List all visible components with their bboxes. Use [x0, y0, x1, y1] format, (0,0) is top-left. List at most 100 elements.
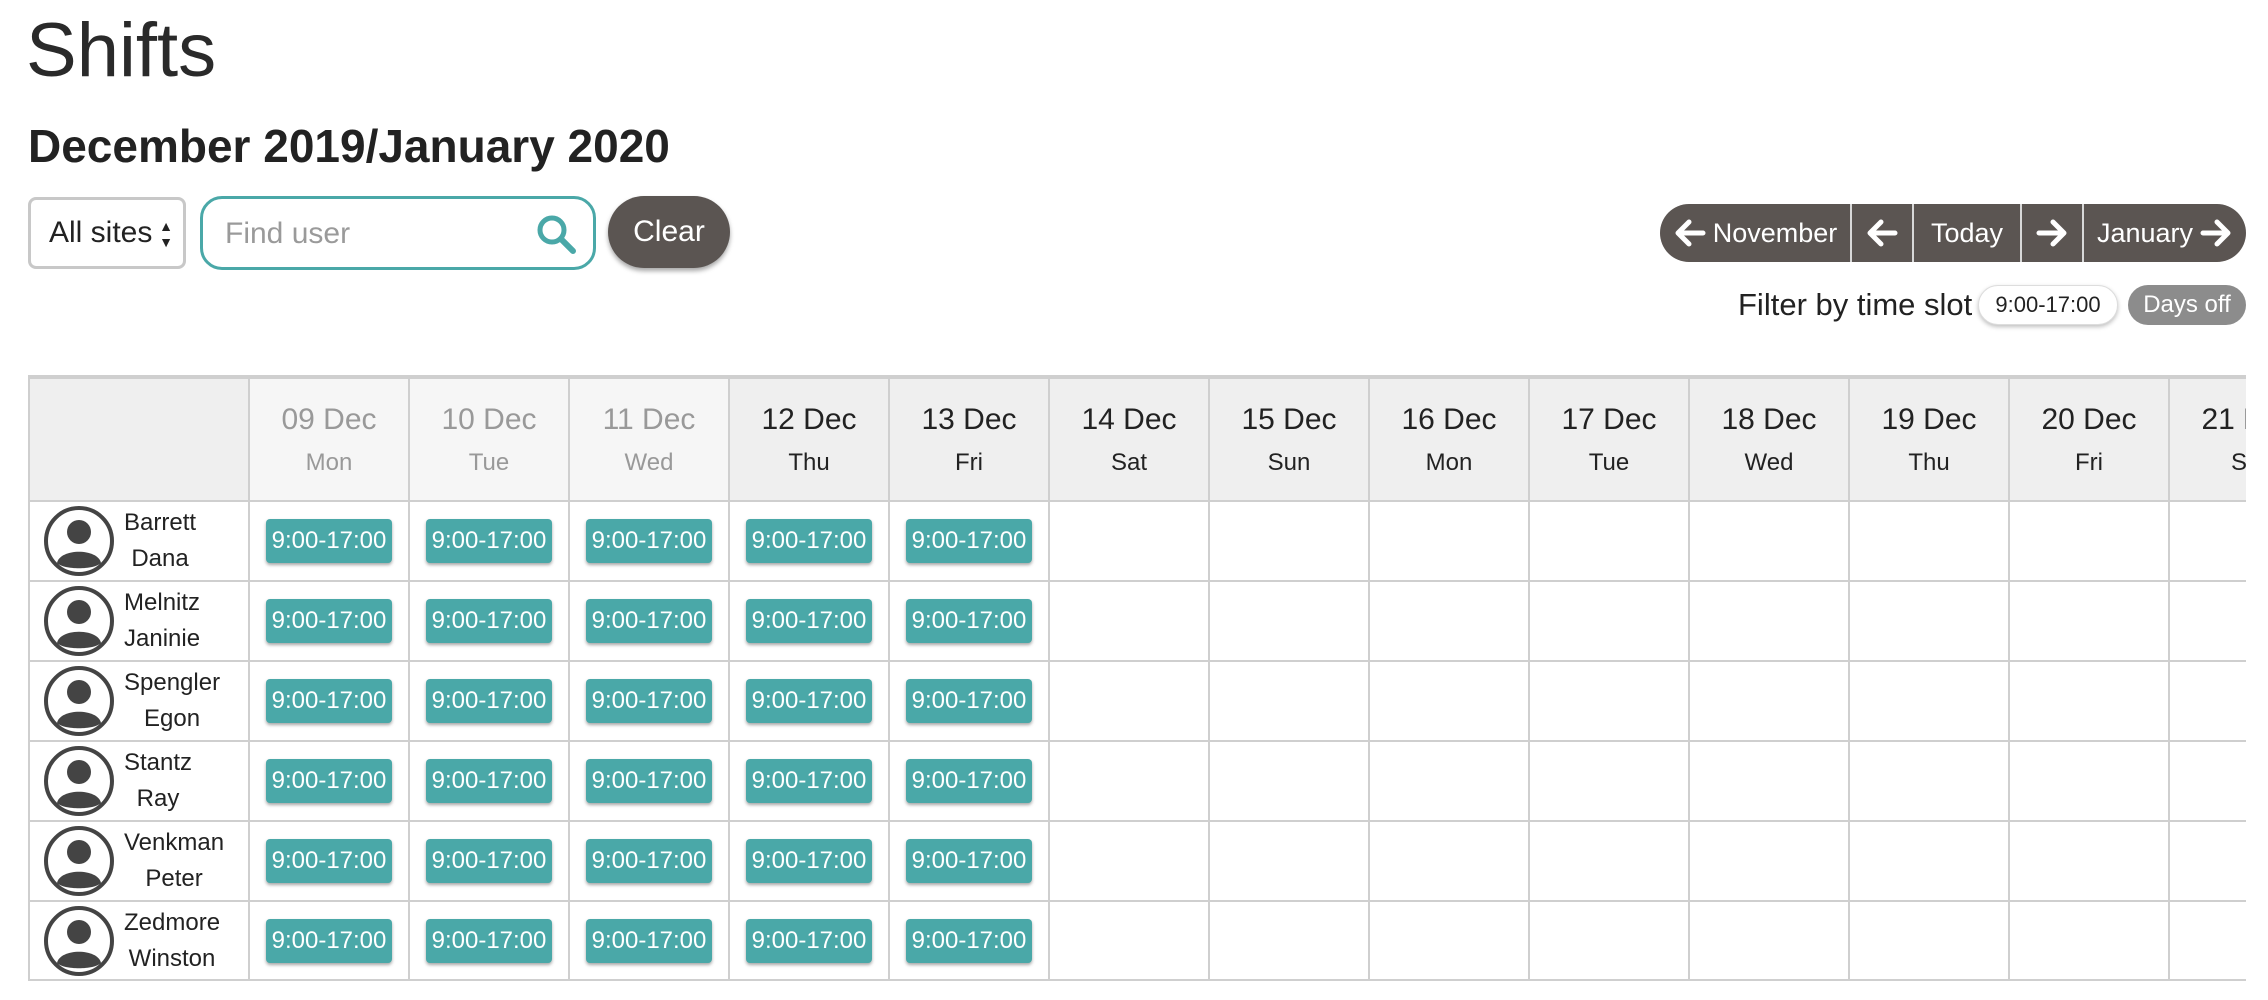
shift-cell[interactable] [1528, 900, 1690, 979]
shift-cell[interactable] [1848, 660, 2010, 742]
shift-cell[interactable]: 9:00-17:00 [408, 820, 570, 902]
search-icon[interactable] [535, 213, 577, 255]
shift-badge[interactable]: 9:00-17:00 [746, 519, 872, 563]
shift-cell[interactable]: 9:00-17:00 [248, 820, 410, 902]
shift-cell[interactable] [1048, 900, 1210, 979]
shift-badge[interactable]: 9:00-17:00 [586, 679, 712, 723]
shift-cell[interactable]: 9:00-17:00 [568, 500, 730, 582]
shift-badge[interactable]: 9:00-17:00 [746, 839, 872, 883]
shift-cell[interactable] [1688, 740, 1850, 822]
shift-cell[interactable] [2168, 500, 2246, 582]
shift-cell[interactable]: 9:00-17:00 [888, 580, 1050, 662]
shift-cell[interactable]: 9:00-17:00 [408, 580, 570, 662]
shift-cell[interactable] [1048, 580, 1210, 662]
shift-cell[interactable]: 9:00-17:00 [408, 500, 570, 582]
shift-cell[interactable] [2168, 740, 2246, 822]
shift-cell[interactable]: 9:00-17:00 [728, 820, 890, 902]
shift-cell[interactable] [1688, 820, 1850, 902]
prev-month-button[interactable]: November [1660, 204, 1850, 262]
shift-cell[interactable] [1208, 900, 1370, 979]
shift-cell[interactable]: 9:00-17:00 [568, 900, 730, 979]
shift-badge[interactable]: 9:00-17:00 [266, 519, 392, 563]
shift-cell[interactable]: 9:00-17:00 [408, 900, 570, 979]
shift-cell[interactable] [1528, 660, 1690, 742]
shift-badge[interactable]: 9:00-17:00 [906, 519, 1032, 563]
shift-cell[interactable] [1848, 820, 2010, 902]
user-cell[interactable]: Venkman Peter [28, 820, 250, 902]
shift-badge[interactable]: 9:00-17:00 [266, 839, 392, 883]
shift-cell[interactable] [1208, 580, 1370, 662]
shift-badge[interactable]: 9:00-17:00 [746, 599, 872, 643]
shift-cell[interactable] [1048, 500, 1210, 582]
shift-cell[interactable] [2008, 500, 2170, 582]
shift-badge[interactable]: 9:00-17:00 [586, 839, 712, 883]
shift-cell[interactable]: 9:00-17:00 [728, 580, 890, 662]
shift-badge[interactable]: 9:00-17:00 [586, 599, 712, 643]
shift-cell[interactable] [1528, 580, 1690, 662]
shift-badge[interactable]: 9:00-17:00 [906, 599, 1032, 643]
shift-cell[interactable] [2008, 660, 2170, 742]
shift-badge[interactable]: 9:00-17:00 [586, 519, 712, 563]
shift-cell[interactable]: 9:00-17:00 [728, 660, 890, 742]
shift-cell[interactable] [1368, 740, 1530, 822]
next-month-button[interactable]: January [2082, 204, 2246, 262]
shift-badge[interactable]: 9:00-17:00 [426, 839, 552, 883]
search-input[interactable] [223, 213, 527, 255]
site-select[interactable]: All sites ▲ ▼ [28, 197, 186, 269]
shift-cell[interactable]: 9:00-17:00 [728, 500, 890, 582]
shift-badge[interactable]: 9:00-17:00 [426, 919, 552, 963]
shift-cell[interactable] [1528, 500, 1690, 582]
shift-cell[interactable]: 9:00-17:00 [568, 660, 730, 742]
shift-badge[interactable]: 9:00-17:00 [426, 679, 552, 723]
shift-cell[interactable] [1528, 740, 1690, 822]
shift-cell[interactable] [2008, 900, 2170, 979]
shift-cell[interactable]: 9:00-17:00 [248, 660, 410, 742]
shift-cell[interactable]: 9:00-17:00 [408, 660, 570, 742]
shift-cell[interactable] [1208, 660, 1370, 742]
shift-cell[interactable] [2168, 820, 2246, 902]
shift-badge[interactable]: 9:00-17:00 [266, 679, 392, 723]
shift-badge[interactable]: 9:00-17:00 [906, 919, 1032, 963]
next-week-button[interactable] [2020, 204, 2082, 262]
shift-cell[interactable] [1688, 580, 1850, 662]
shift-cell[interactable] [1688, 500, 1850, 582]
shift-badge[interactable]: 9:00-17:00 [266, 759, 392, 803]
shift-cell[interactable]: 9:00-17:00 [568, 580, 730, 662]
shift-badge[interactable]: 9:00-17:00 [746, 919, 872, 963]
search-box[interactable] [200, 196, 596, 270]
shift-cell[interactable]: 9:00-17:00 [568, 820, 730, 902]
shift-cell[interactable]: 9:00-17:00 [248, 500, 410, 582]
shift-cell[interactable] [2168, 580, 2246, 662]
shift-cell[interactable] [2008, 580, 2170, 662]
shift-badge[interactable]: 9:00-17:00 [426, 599, 552, 643]
shift-badge[interactable]: 9:00-17:00 [426, 759, 552, 803]
shift-cell[interactable] [1368, 900, 1530, 979]
shift-cell[interactable] [1048, 820, 1210, 902]
shift-badge[interactable]: 9:00-17:00 [906, 759, 1032, 803]
shift-cell[interactable] [2168, 900, 2246, 979]
shift-cell[interactable] [1208, 820, 1370, 902]
shift-cell[interactable]: 9:00-17:00 [888, 660, 1050, 742]
user-cell[interactable]: Zedmore Winston [28, 900, 250, 979]
user-cell[interactable]: Spengler Egon [28, 660, 250, 742]
shift-cell[interactable]: 9:00-17:00 [408, 740, 570, 822]
shift-badge[interactable]: 9:00-17:00 [586, 759, 712, 803]
shift-cell[interactable] [1848, 740, 2010, 822]
shift-cell[interactable] [1368, 500, 1530, 582]
shift-cell[interactable] [2008, 820, 2170, 902]
shift-cell[interactable] [1528, 820, 1690, 902]
shift-cell[interactable]: 9:00-17:00 [888, 900, 1050, 979]
shift-cell[interactable] [1048, 660, 1210, 742]
shift-cell[interactable] [1848, 900, 2010, 979]
shift-cell[interactable]: 9:00-17:00 [248, 900, 410, 979]
shift-badge[interactable]: 9:00-17:00 [746, 759, 872, 803]
shift-cell[interactable] [1368, 660, 1530, 742]
today-button[interactable]: Today [1912, 204, 2020, 262]
shift-cell[interactable] [1688, 660, 1850, 742]
shift-badge[interactable]: 9:00-17:00 [266, 919, 392, 963]
shift-badge[interactable]: 9:00-17:00 [586, 919, 712, 963]
shift-badge[interactable]: 9:00-17:00 [906, 679, 1032, 723]
prev-week-button[interactable] [1850, 204, 1912, 262]
shift-badge[interactable]: 9:00-17:00 [746, 679, 872, 723]
shift-cell[interactable]: 9:00-17:00 [248, 580, 410, 662]
